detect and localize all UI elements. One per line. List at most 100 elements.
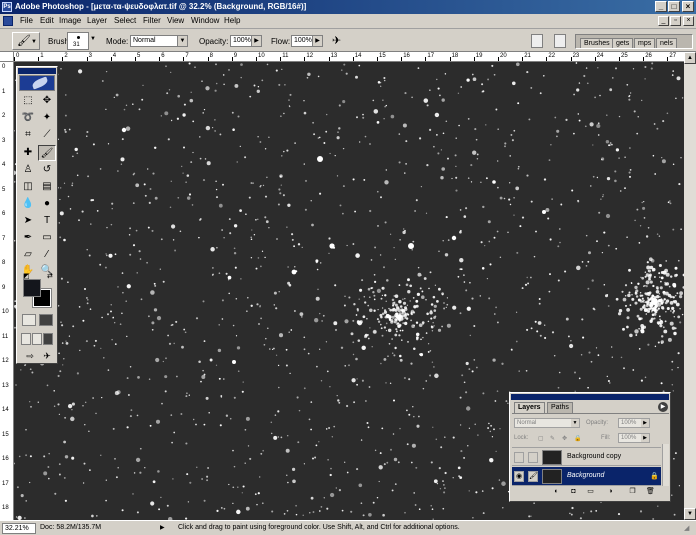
- imageready-icon[interactable]: ✈: [38, 348, 56, 364]
- adobe-online-button[interactable]: [19, 75, 55, 91]
- layer-style-icon[interactable]: ◐: [551, 487, 562, 497]
- notes-tool-icon[interactable]: ▱: [19, 247, 37, 263]
- blend-mode-select[interactable]: Normal ▼: [514, 418, 580, 428]
- scroll-down-button[interactable]: ▼: [684, 508, 696, 520]
- jump-to-imageready-icon[interactable]: ⇨: [21, 348, 39, 364]
- fill-field[interactable]: 100% ▶: [618, 433, 650, 443]
- maximize-button[interactable]: □: [668, 1, 680, 12]
- horizontal-ruler[interactable]: 0 1 2 3 4 5 6 7 8 9 10 11 12 13 14 15 16 17 18 19 20 21 22 23 24…: [14, 52, 684, 62]
- visibility-toggle-empty[interactable]: [514, 452, 524, 463]
- marquee-tool-icon[interactable]: ⬚: [19, 93, 37, 109]
- eraser-tool-icon[interactable]: ◫: [19, 179, 37, 195]
- trash-icon[interactable]: 🗑: [645, 487, 656, 497]
- shape-tool-icon[interactable]: ▭: [38, 230, 56, 246]
- palette-tab-presets[interactable]: gets: [612, 38, 634, 48]
- type-tool-icon[interactable]: T: [38, 213, 56, 229]
- layer-row-background-copy[interactable]: Background copy: [512, 447, 661, 466]
- clone-stamp-tool-icon[interactable]: ♙: [19, 162, 37, 178]
- minimize-button[interactable]: _: [655, 1, 667, 12]
- slice-tool-icon[interactable]: ⟋: [38, 127, 56, 143]
- airbrush-icon[interactable]: ✈: [332, 34, 346, 48]
- doc-restore-button[interactable]: ▫: [670, 16, 681, 26]
- vertical-scrollbar[interactable]: ▲ ▼: [684, 52, 696, 520]
- doc-minimize-button[interactable]: _: [658, 16, 669, 26]
- brush-dropdown-arrow[interactable]: ▼: [90, 36, 98, 46]
- palette-tab-channels[interactable]: nels: [656, 38, 677, 48]
- crop-tool-icon[interactable]: ⌗: [19, 127, 37, 143]
- layers-panel-title-bar[interactable]: [511, 394, 669, 400]
- menu-image[interactable]: Image: [59, 16, 81, 25]
- file-browser-icon[interactable]: [531, 34, 543, 48]
- brush-preset-sample[interactable]: 31: [67, 32, 89, 50]
- layers-scrollbar[interactable]: [662, 444, 669, 486]
- screen-mode-standard-button[interactable]: [21, 333, 31, 345]
- paintbrush-icon[interactable]: 🖌: [528, 471, 538, 482]
- menu-edit[interactable]: Edit: [40, 16, 54, 25]
- ruler-origin[interactable]: [0, 52, 14, 62]
- blend-mode-value: Normal: [517, 420, 537, 426]
- lock-all-icon[interactable]: 🔒: [574, 435, 581, 442]
- lock-position-icon[interactable]: ✥: [562, 435, 567, 442]
- swap-colors-icon[interactable]: ⇄: [47, 272, 53, 280]
- doc-close-button[interactable]: ×: [683, 16, 694, 26]
- screen-mode-full-button[interactable]: [43, 333, 53, 345]
- palette-tab-swatches[interactable]: mps: [634, 38, 656, 48]
- flow-field[interactable]: 100% ▶: [291, 35, 323, 47]
- lock-image-icon[interactable]: ✎: [550, 435, 555, 442]
- tab-layers[interactable]: Layers: [514, 402, 545, 413]
- eye-icon[interactable]: ◉: [514, 471, 524, 482]
- resize-grip-icon[interactable]: ◢: [684, 524, 694, 534]
- new-layer-icon[interactable]: ❐: [627, 487, 638, 497]
- layer-link-box[interactable]: [528, 452, 538, 463]
- lasso-tool-icon[interactable]: ➰: [19, 110, 37, 126]
- layer-opacity-field[interactable]: 100% ▶: [618, 418, 650, 428]
- star: [471, 370, 474, 373]
- move-tool-icon[interactable]: ✥: [38, 93, 56, 109]
- toolbox-title-bar[interactable]: [18, 68, 56, 74]
- path-selection-tool-icon[interactable]: ➤: [19, 213, 37, 229]
- pen-tool-icon[interactable]: ✒: [19, 230, 37, 246]
- blur-tool-icon[interactable]: 💧: [19, 196, 37, 212]
- zoom-field[interactable]: 32.21%: [2, 523, 36, 534]
- star: [153, 308, 158, 312]
- tab-paths[interactable]: Paths: [547, 402, 573, 413]
- quick-mask-button[interactable]: [39, 314, 53, 326]
- adjustment-layer-icon[interactable]: ◑: [605, 487, 616, 497]
- lock-transparency-icon[interactable]: ▢: [538, 435, 544, 442]
- star: [233, 224, 238, 228]
- layer-mask-icon[interactable]: ◘: [568, 487, 579, 497]
- toggle-palettes-icon[interactable]: [554, 34, 566, 48]
- scroll-up-button[interactable]: ▲: [684, 52, 696, 64]
- tool-preset-picker[interactable]: 🖌 ▼: [12, 32, 40, 50]
- palette-tab-brushes[interactable]: Brushes: [580, 38, 614, 48]
- magic-wand-tool-icon[interactable]: ✦: [38, 110, 56, 126]
- opacity-field[interactable]: 100% ▶: [230, 35, 262, 47]
- status-menu-arrow[interactable]: ▶: [160, 524, 165, 531]
- healing-brush-tool-icon[interactable]: ✚: [19, 145, 37, 161]
- screen-mode-full-menu-button[interactable]: [32, 333, 42, 345]
- eyedropper-tool-icon[interactable]: ⁄: [38, 247, 56, 263]
- menu-select[interactable]: Select: [114, 16, 136, 25]
- menu-help[interactable]: Help: [224, 16, 240, 25]
- menu-filter[interactable]: Filter: [143, 16, 161, 25]
- foreground-color-swatch[interactable]: [23, 279, 41, 297]
- photoshop-icon[interactable]: Ps: [2, 2, 12, 12]
- menu-window[interactable]: Window: [191, 16, 219, 25]
- menu-file[interactable]: File: [20, 16, 33, 25]
- menu-view[interactable]: View: [167, 16, 184, 25]
- standard-mode-button[interactable]: [22, 314, 36, 326]
- layer-row-background[interactable]: ◉ 🖌 Background 🔒: [512, 467, 661, 486]
- menu-layer[interactable]: Layer: [87, 16, 107, 25]
- star: [203, 499, 206, 502]
- history-brush-tool-icon[interactable]: ↺: [38, 162, 56, 178]
- brush-tool-icon[interactable]: 🖌: [38, 145, 56, 161]
- mode-select[interactable]: Normal ▼: [130, 35, 188, 47]
- vertical-ruler[interactable]: 0 1 2 3 4 5 6 7 8 9 10 11 12 13 14 15 16 17 18: [0, 62, 14, 520]
- panel-menu-icon[interactable]: ▶: [658, 402, 668, 412]
- dodge-tool-icon[interactable]: ●: [38, 196, 56, 212]
- document-icon[interactable]: [3, 16, 13, 26]
- close-button[interactable]: ×: [682, 1, 694, 12]
- star: [334, 328, 338, 332]
- gradient-tool-icon[interactable]: ▤: [38, 179, 56, 195]
- new-set-icon[interactable]: ▭: [585, 487, 596, 497]
